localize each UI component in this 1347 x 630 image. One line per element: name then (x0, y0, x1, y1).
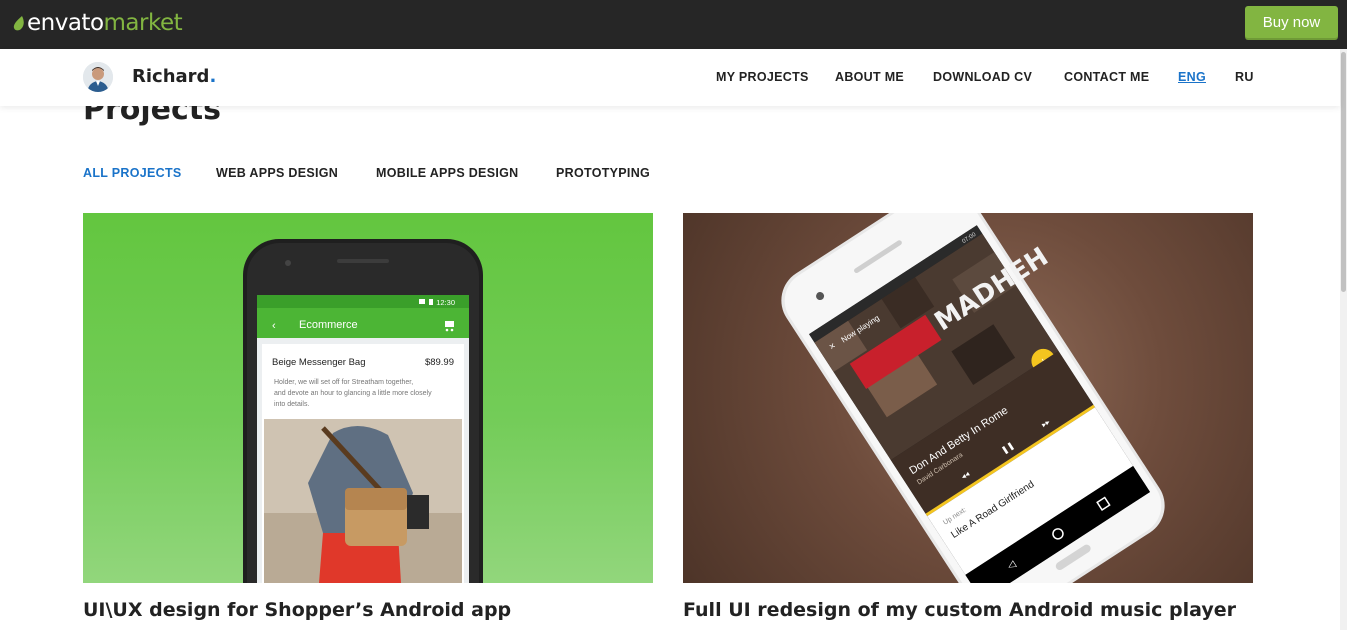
nav-about-me[interactable]: ABOUT ME (835, 70, 904, 84)
product-price: $89.99 (425, 357, 454, 368)
page-scrollbar[interactable] (1340, 49, 1347, 630)
logo-word-market: market (103, 10, 183, 36)
project-card-image-music-player[interactable]: 07:00 MADHEH × Now playing + Don And Bet… (683, 213, 1253, 583)
phone-mockup-music-player: 07:00 MADHEH × Now playing + Don And Bet… (781, 213, 1165, 583)
nav-contact-me[interactable]: CONTACT ME (1064, 70, 1149, 84)
nav-download-cv[interactable]: DOWNLOAD CV (933, 70, 1032, 84)
brand-dot: . (209, 66, 217, 87)
product-desc-line-3: into details. (274, 401, 309, 408)
product-name: Beige Messenger Bag (272, 357, 365, 368)
nav-lang-ru[interactable]: RU (1235, 70, 1254, 84)
site-header: Richard. MY PROJECTS ABOUT ME DOWNLOAD C… (0, 49, 1340, 106)
product-desc-line-2: and devote an hour to glancing a little … (274, 390, 432, 397)
scrollbar-thumb[interactable] (1341, 52, 1346, 292)
leaf-icon (13, 15, 24, 30)
app-bar-title: Ecommerce (299, 319, 358, 331)
logo-word-envato: envato (27, 10, 104, 36)
buy-now-button[interactable]: Buy now (1245, 6, 1338, 38)
avatar-portrait-icon (83, 62, 113, 92)
project-title-shopper[interactable]: UI\UX design for Shopper’s Android app (83, 599, 511, 621)
product-photo (264, 419, 462, 583)
nav-lang-eng[interactable]: ENG (1178, 70, 1206, 84)
envato-market-bar: envato market Buy now (0, 0, 1347, 49)
status-time: 12:30 (436, 298, 455, 307)
envato-market-logo[interactable]: envato market (13, 9, 183, 37)
brand-text: Richard (132, 66, 210, 87)
phone-mockup-ecommerce: 12:30 ‹ Ecommerce Beige Messenger Bag $8… (243, 239, 483, 583)
back-arrow-icon: ‹ (272, 320, 276, 332)
project-card-image-shopper[interactable]: 12:30 ‹ Ecommerce Beige Messenger Bag $8… (83, 213, 653, 583)
project-title-music-player[interactable]: Full UI redesign of my custom Android mu… (683, 599, 1236, 621)
signal-icon (419, 299, 425, 304)
filter-all-projects[interactable]: ALL PROJECTS (83, 166, 182, 180)
filter-mobile-apps-design[interactable]: MOBILE APPS DESIGN (376, 166, 518, 180)
nav-my-projects[interactable]: MY PROJECTS (716, 70, 809, 84)
product-desc-line-1: Holder, we will set off for Streatham to… (274, 379, 413, 386)
battery-icon (429, 299, 433, 305)
filter-web-apps-design[interactable]: WEB APPS DESIGN (216, 166, 338, 180)
filter-prototyping[interactable]: PROTOTYPING (556, 166, 650, 180)
avatar[interactable] (83, 62, 113, 92)
brand-name[interactable]: Richard. (132, 66, 216, 87)
